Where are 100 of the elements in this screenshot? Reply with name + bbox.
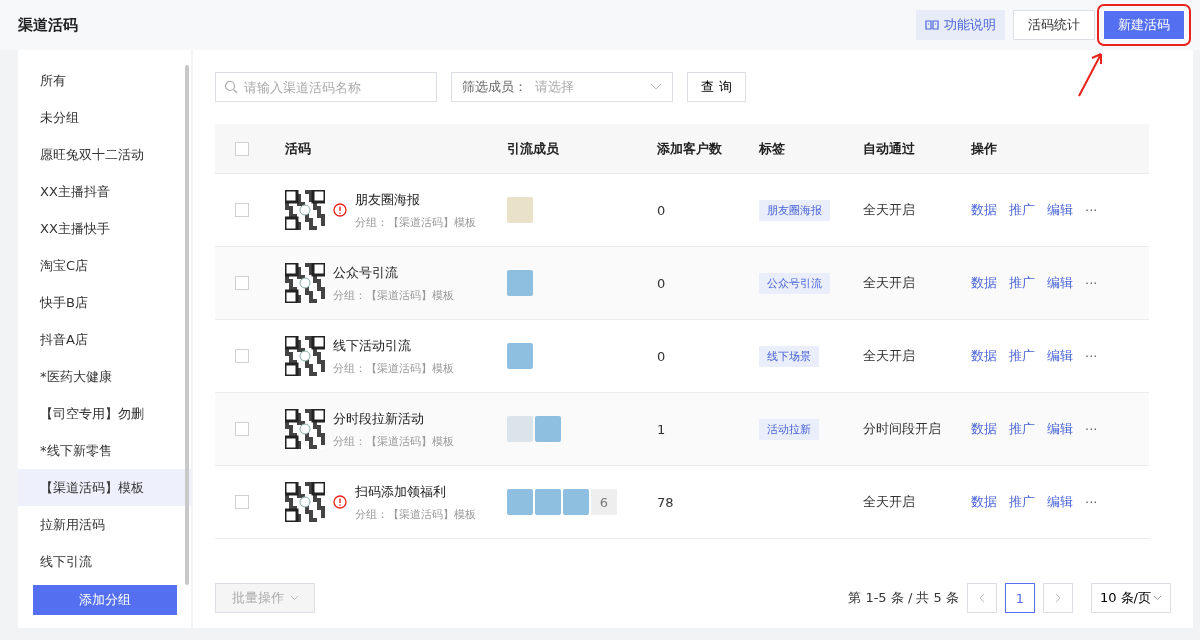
group-label: 分组：【渠道活码】模板 — [355, 506, 476, 522]
photo-placeholder — [563, 489, 589, 515]
action-link[interactable]: 推广 — [1009, 347, 1035, 365]
row-checkbox[interactable] — [235, 422, 249, 436]
action-link[interactable]: 数据 — [971, 201, 997, 219]
search-icon — [224, 80, 238, 94]
column-header: 标签 — [759, 140, 785, 156]
group-label: 分组：【渠道活码】模板 — [333, 360, 454, 376]
more-link[interactable]: ··· — [1085, 421, 1098, 437]
sidebar-item[interactable]: XX主播抖音 — [18, 173, 191, 210]
customer-count: 78 — [657, 494, 674, 510]
photo-placeholder — [507, 489, 533, 515]
code-name: 公众号引流 — [333, 263, 399, 282]
sidebar-item[interactable]: XX主播快手 — [18, 210, 191, 247]
stats-button[interactable]: 活码统计 — [1013, 10, 1095, 40]
sidebar-item[interactable]: 【司空专用】勿删 — [18, 395, 191, 432]
action-link[interactable]: 数据 — [971, 493, 997, 511]
add-group-button[interactable]: 添加分组 — [33, 585, 177, 615]
more-link[interactable]: ··· — [1085, 494, 1098, 510]
auto-pass-status: 全天开启 — [863, 275, 915, 290]
warning-icon — [333, 495, 347, 509]
sidebar-item[interactable]: 拉新用活码 — [18, 506, 191, 543]
auto-pass-status: 分时间段开启 — [863, 421, 941, 436]
tag: 活动拉新 — [759, 418, 819, 440]
next-page-button[interactable] — [1042, 583, 1073, 613]
code-name: 分时段拉新活动 — [333, 409, 425, 428]
group-label: 分组：【渠道活码】模板 — [355, 214, 476, 230]
photo-placeholder — [507, 270, 533, 296]
photo-placeholder — [535, 489, 561, 515]
chevron-down-icon — [650, 83, 662, 91]
qr-code-icon — [285, 336, 325, 376]
qr-code-icon — [285, 263, 325, 303]
sidebar-item[interactable]: 线下引流 — [18, 543, 191, 580]
qr-code-icon — [285, 190, 325, 230]
action-link[interactable]: 推广 — [1009, 420, 1035, 438]
column-header: 自动通过 — [863, 140, 915, 156]
help-button[interactable]: 功能说明 — [916, 10, 1005, 40]
customer-count: 1 — [657, 421, 666, 437]
sidebar-item[interactable]: 【渠道活码】模板 — [18, 469, 191, 506]
page-title: 渠道活码 — [18, 15, 78, 35]
action-link[interactable]: 推广 — [1009, 493, 1035, 511]
sidebar-item[interactable]: *线下新零售 — [18, 432, 191, 469]
more-link[interactable]: ··· — [1085, 348, 1098, 364]
member-select[interactable]: 筛选成员： 请选择 — [451, 72, 673, 102]
sidebar-item[interactable]: 愿旺兔双十二活动 — [18, 136, 191, 173]
action-link[interactable]: 数据 — [971, 420, 997, 438]
action-link[interactable]: 数据 — [971, 274, 997, 292]
photo-placeholder — [507, 343, 533, 369]
more-count: 6 — [591, 489, 617, 515]
book-icon — [925, 19, 939, 31]
column-header: 引流成员 — [507, 140, 559, 156]
search-field[interactable]: 请输入渠道活码名称 — [215, 72, 437, 102]
sidebar-item[interactable]: 淘宝C店 — [18, 247, 191, 284]
chevron-down-icon — [1153, 595, 1162, 601]
group-label: 分组：【渠道活码】模板 — [333, 287, 454, 303]
row-checkbox[interactable] — [235, 495, 249, 509]
prev-page-button[interactable] — [966, 583, 997, 613]
row-checkbox[interactable] — [235, 203, 249, 217]
scrollbar[interactable] — [185, 65, 189, 585]
more-link[interactable]: ··· — [1085, 275, 1098, 291]
action-link[interactable]: 推广 — [1009, 201, 1035, 219]
row-checkbox[interactable] — [235, 349, 249, 363]
qr-code-icon — [285, 482, 325, 522]
chevron-down-icon — [289, 595, 299, 601]
action-link[interactable]: 数据 — [971, 347, 997, 365]
column-header: 操作 — [971, 140, 997, 156]
action-link[interactable]: 编辑 — [1047, 420, 1073, 438]
avatar-image — [507, 197, 533, 223]
auto-pass-status: 全天开启 — [863, 202, 915, 217]
page-summary: 第 1-5 条 / 共 5 条 — [848, 589, 959, 607]
sidebar-item[interactable]: 未分组 — [18, 99, 191, 136]
auto-pass-status: 全天开启 — [863, 348, 915, 363]
customer-count: 0 — [657, 202, 666, 218]
action-link[interactable]: 编辑 — [1047, 347, 1073, 365]
action-link[interactable]: 推广 — [1009, 274, 1035, 292]
row-checkbox[interactable] — [235, 276, 249, 290]
qr-code-icon — [285, 409, 325, 449]
page-button[interactable]: 1 — [1004, 583, 1035, 613]
page-size-select[interactable]: 10 条/页 — [1090, 583, 1171, 613]
customer-count: 0 — [657, 275, 666, 291]
customer-count: 0 — [657, 348, 666, 364]
tag: 线下场景 — [759, 345, 819, 367]
action-link[interactable]: 编辑 — [1047, 493, 1073, 511]
sidebar-item[interactable]: *医药大健康 — [18, 358, 191, 395]
action-link[interactable]: 编辑 — [1047, 274, 1073, 292]
code-name: 朋友圈海报 — [355, 190, 421, 209]
column-header: 添加客户数 — [657, 140, 722, 156]
action-link[interactable]: 编辑 — [1047, 201, 1073, 219]
tag: 朋友圈海报 — [759, 199, 830, 221]
group-label: 分组：【渠道活码】模板 — [333, 433, 454, 449]
query-button[interactable]: 查 询 — [687, 72, 746, 102]
sidebar-item[interactable]: 所有 — [18, 62, 191, 99]
sidebar-item[interactable]: 快手B店 — [18, 284, 191, 321]
more-link[interactable]: ··· — [1085, 202, 1098, 218]
chevron-right-icon — [1054, 593, 1061, 603]
select-all-checkbox[interactable] — [235, 141, 249, 156]
sidebar-item[interactable]: 抖音A店 — [18, 321, 191, 358]
column-header: 活码 — [285, 140, 311, 156]
code-name: 扫码添加领福利 — [355, 482, 447, 501]
warning-icon — [333, 203, 347, 217]
